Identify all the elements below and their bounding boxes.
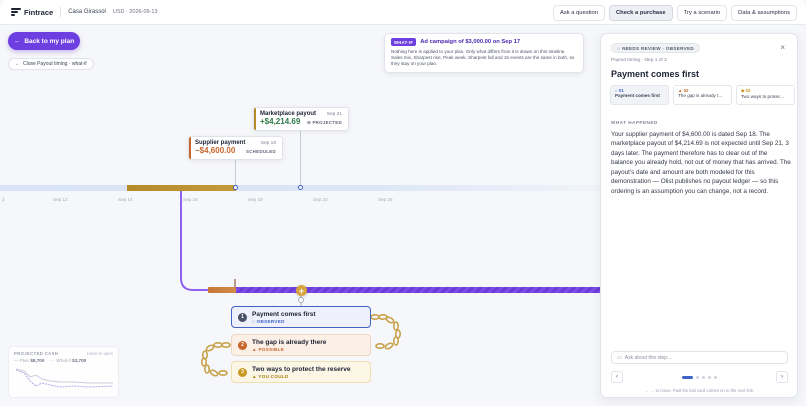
whatif-value: $3,700	[72, 358, 87, 363]
prev-step-button[interactable]: ‹	[611, 371, 623, 383]
step-status: ▲ YOU COULD	[252, 374, 351, 379]
cash-label: PROJECTED CASH	[14, 351, 59, 356]
chevron-right-icon: ›	[781, 374, 783, 380]
drop-line	[180, 191, 212, 291]
step-status-label: POSSIBLE	[258, 346, 285, 352]
pager-dot[interactable]	[702, 375, 705, 379]
step-status: ▲ POSSIBLE	[252, 347, 326, 352]
plan-value: $8,700	[30, 358, 45, 363]
keyboard-hint: ← → to move. Past the last card carries …	[644, 388, 755, 393]
observed-dot-icon: ○	[617, 45, 621, 51]
panel-pager: ‹ ›	[611, 371, 788, 383]
app-window: Fintrace Casa Girassol USD · 2026-09-13 …	[0, 0, 806, 406]
cash-whatif: ··· What-if $3,700	[50, 358, 87, 363]
step-tabs: ○ 01 Payment comes first ▲ 02 The gap is…	[610, 85, 795, 105]
pager-dot[interactable]	[682, 375, 693, 379]
whatif-label: What-if	[56, 358, 71, 363]
step-detail-panel: ○ NEEDS REVIEW · OBSERVED × Payout timin…	[600, 33, 798, 398]
panel-title: Payment comes first	[611, 69, 700, 79]
pager-dots	[682, 375, 717, 379]
step-status: ○ OBSERVED	[252, 319, 316, 324]
step-anchor-dot	[298, 297, 304, 303]
step-card-1[interactable]: 1 Payment comes first ○ OBSERVED	[231, 306, 371, 328]
step-card-2[interactable]: 2 The gap is already there ▲ POSSIBLE	[231, 334, 371, 356]
step-number: 3	[238, 367, 247, 377]
tab-step-1[interactable]: ○ 01 Payment comes first	[610, 85, 669, 105]
ask-placeholder: Ask about this step...	[624, 354, 672, 361]
chevron-left-icon: ‹	[616, 374, 618, 380]
step-status-label: OBSERVED	[256, 318, 285, 324]
next-step-button[interactable]: ›	[776, 371, 788, 383]
ask-step-input[interactable]: ▭ Ask about this step...	[611, 351, 788, 364]
tab-number-label: 03	[745, 88, 751, 93]
tab-step-2[interactable]: ▲ 02 The gap is already t...	[673, 85, 732, 105]
step-status-label: YOU COULD	[258, 373, 289, 379]
step-number: 2	[238, 340, 247, 350]
panel-breadcrumb: Payout timing · step 1 of 3	[611, 58, 667, 63]
section-label: WHAT HAPPENED	[611, 120, 658, 125]
step-card-3[interactable]: 3 Two ways to protect the reserve ▲ YOU …	[231, 361, 371, 383]
add-step-button[interactable]: +	[296, 285, 307, 296]
projected-cash-card[interactable]: PROJECTED CASH Hover to open — Plan $8,7…	[8, 346, 119, 398]
whatif-line	[15, 369, 114, 388]
pager-dot[interactable]	[696, 375, 699, 379]
tab-title: Payment comes first	[615, 93, 660, 98]
panel-body-text: Your supplier payment of $4,600.00 is da…	[611, 131, 791, 195]
gap-segment	[208, 287, 236, 293]
tab-title: The gap is already t...	[678, 93, 723, 98]
pager-dot[interactable]	[714, 375, 717, 379]
chat-bubble-icon: ▭	[617, 354, 622, 361]
review-badge: ○ NEEDS REVIEW · OBSERVED	[611, 43, 700, 53]
tab-step-3[interactable]: ◆ 03 Two ways to protec...	[736, 85, 795, 105]
chain-left	[201, 341, 231, 377]
pager-dot[interactable]	[708, 375, 711, 379]
tab-title: Two ways to protec...	[741, 94, 785, 99]
review-badge-label: NEEDS REVIEW · OBSERVED	[622, 45, 694, 51]
cash-sparkline	[15, 368, 114, 388]
step-number: 1	[238, 312, 247, 322]
plan-label: Plan	[19, 358, 30, 363]
step-title: Payment comes first	[252, 310, 316, 318]
step-title: Two ways to protect the reserve	[252, 365, 351, 373]
plus-icon: +	[298, 285, 305, 296]
close-icon[interactable]: ×	[780, 43, 785, 52]
cash-hover-hint: Hover to open	[86, 351, 113, 356]
chain-right	[370, 313, 401, 350]
cash-plan: — Plan $8,700	[14, 358, 45, 363]
step-title: The gap is already there	[252, 338, 327, 346]
whatif-flow-bar	[212, 287, 600, 293]
